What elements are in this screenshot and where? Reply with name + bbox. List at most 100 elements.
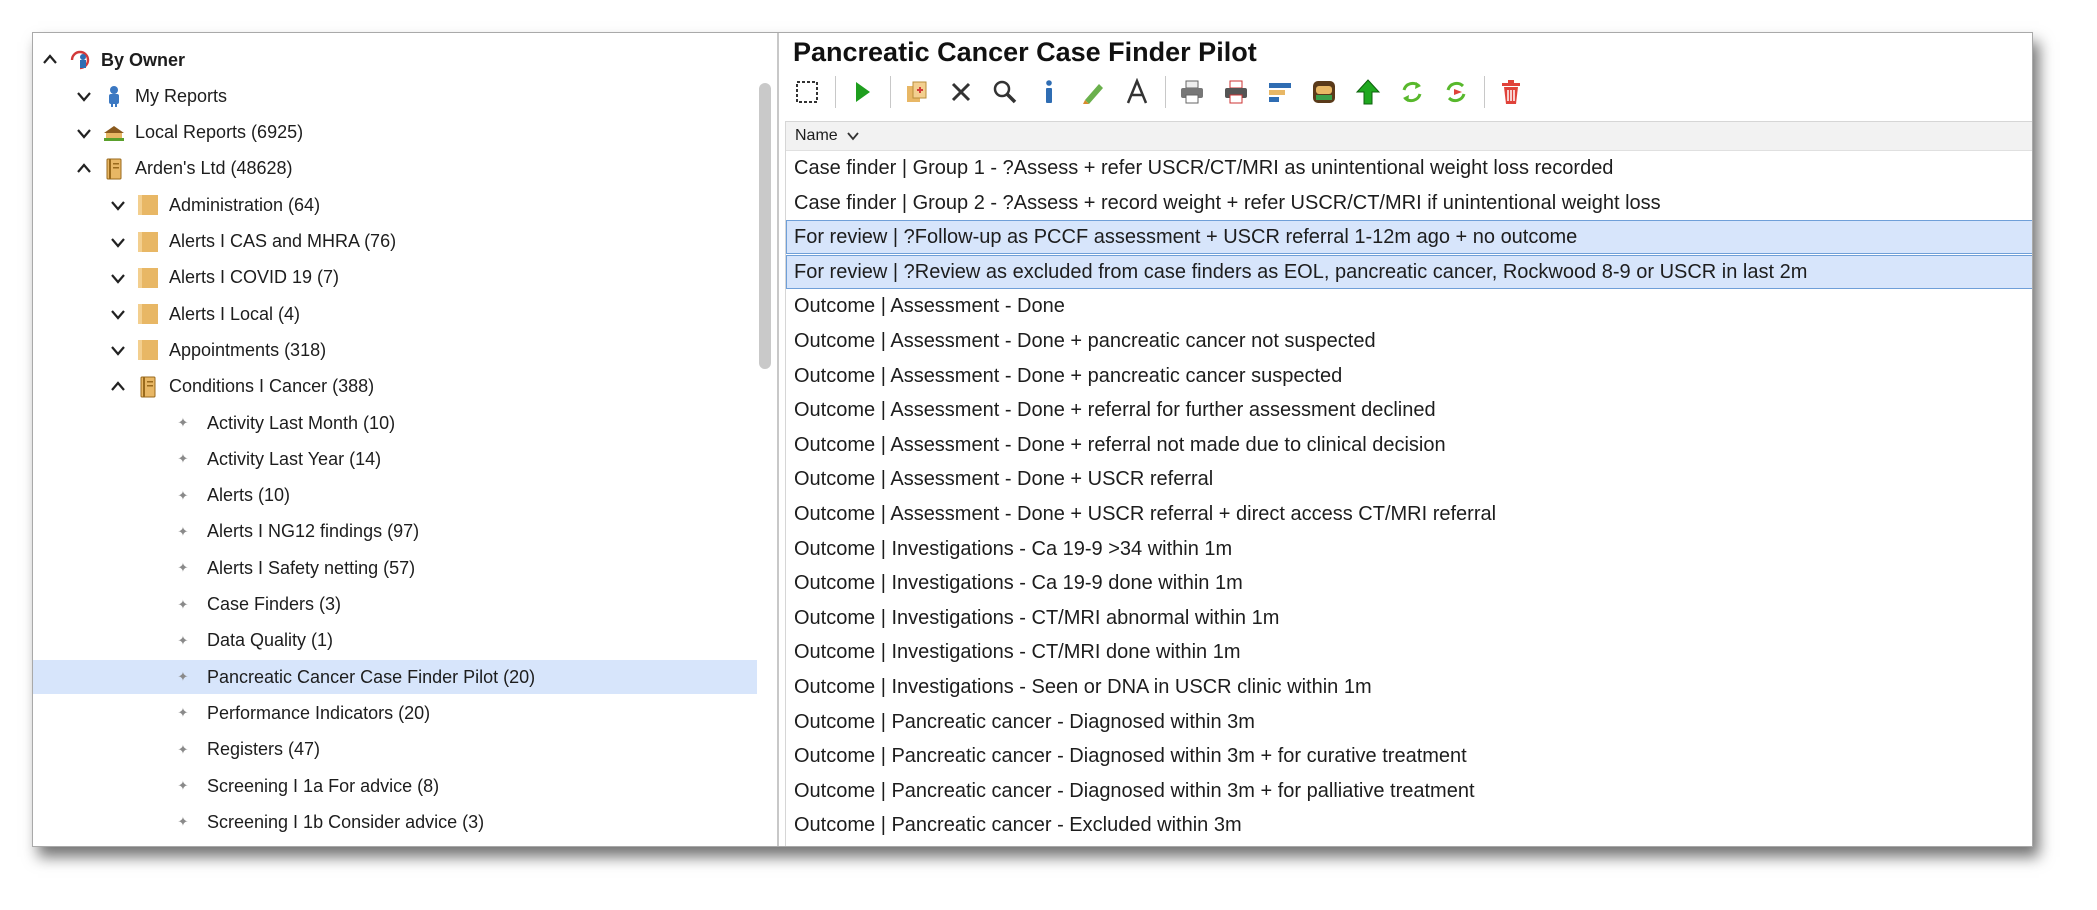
page-title: Pancreatic Cancer Case Finder Pilot <box>793 37 1257 67</box>
tree-item-alerts-i-cas-and-mhra-76[interactable]: Alerts I CAS and MHRA (76) <box>33 225 757 259</box>
chevron-down-icon[interactable] <box>109 269 127 287</box>
report-row[interactable]: Outcome | Assessment - Done <box>786 289 2032 323</box>
tree-item-label: Case Finders (3) <box>207 594 342 614</box>
report-row[interactable]: Outcome | Pancreatic cancer - Diagnosed … <box>786 774 2032 808</box>
report-row[interactable]: For review | ?Review as excluded from ca… <box>786 254 2032 289</box>
leaf-bullet-icon: ✦ <box>177 523 189 539</box>
tree-item-appointments-318[interactable]: Appointments (318) <box>33 333 757 367</box>
tree-item-activity-last-month-10[interactable]: ✦ Activity Last Month (10) <box>33 406 757 440</box>
chevron-up-icon[interactable] <box>41 51 59 69</box>
report-row[interactable]: Outcome | Pancreatic cancer - Diagnosed … <box>786 705 2032 739</box>
refresh-forward-button[interactable] <box>1438 75 1474 109</box>
app-window: By Owner My Reports Local Reports (6925) Ar… <box>32 32 2033 847</box>
report-row[interactable]: Outcome | Assessment - Done + pancreatic… <box>786 324 2032 358</box>
report-row[interactable]: Outcome | Investigations - Seen or DNA i… <box>786 670 2032 704</box>
report-row[interactable]: Outcome | Pancreatic cancer - Diagnosed … <box>786 739 2032 773</box>
font-button[interactable] <box>1119 75 1155 109</box>
tree-item-pancreatic-cancer-case-finder-pilot-20[interactable]: ✦ Pancreatic Cancer Case Finder Pilot (20… <box>33 660 757 695</box>
chevron-down-icon[interactable] <box>75 124 93 142</box>
tree-item-label: Appointments (318) <box>169 339 327 360</box>
tree-item-label: Alerts I Local (4) <box>169 303 301 324</box>
tree-item-local-reports-6925[interactable]: Local Reports (6925) <box>33 116 757 150</box>
report-row[interactable]: Outcome | Assessment - Done + referral n… <box>786 428 2032 462</box>
leaf-bullet-icon: ✦ <box>177 741 189 757</box>
column-header-name[interactable]: Name <box>786 122 2032 151</box>
tree-item-label: Administration (64) <box>169 194 321 215</box>
tree-item-screening-i-1b-consider-advice-3[interactable]: ✦ Screening I 1b Consider advice (3) <box>33 805 757 839</box>
tree-item-alerts-i-covid-19-7[interactable]: Alerts I COVID 19 (7) <box>33 261 757 295</box>
run-button[interactable] <box>844 75 880 109</box>
tree-item-alerts-i-safety-netting-57[interactable]: ✦ Alerts I Safety netting (57) <box>33 551 757 585</box>
toolbar-separator <box>1165 76 1166 108</box>
tree-item-label: Alerts I Safety netting (57) <box>207 557 416 578</box>
upload-button[interactable] <box>1350 75 1386 109</box>
tree-scrollbar-thumb[interactable] <box>759 83 771 369</box>
report-list: Name Case finder | Group 1 - ?Assess + r… <box>785 121 2032 846</box>
tree-item-performance-indicators-20[interactable]: ✦ Performance Indicators (20) <box>33 696 757 730</box>
refresh-button[interactable] <box>1394 75 1430 109</box>
search-button[interactable] <box>987 75 1023 109</box>
tree-item-my-reports[interactable]: My Reports <box>33 79 757 113</box>
chevron-down-icon[interactable] <box>109 233 127 251</box>
toolbar <box>789 73 1537 111</box>
chevron-down-icon[interactable] <box>109 196 127 214</box>
report-row[interactable]: For review | ?Follow-up as PCCF assessme… <box>786 220 2032 255</box>
tree-item-alerts-i-local-4[interactable]: Alerts I Local (4) <box>33 297 757 331</box>
leaf-bullet-icon: ✦ <box>177 487 189 503</box>
export-button[interactable] <box>1306 75 1342 109</box>
search-icon <box>991 78 1019 106</box>
report-list-pane: Pancreatic Cancer Case Finder Pilot Name… <box>779 33 2032 846</box>
tree-item-label: Activity Last Year (14) <box>207 448 382 469</box>
toolbar-separator <box>890 76 891 108</box>
tree-item-label: Alerts I CAS and MHRA (76) <box>169 231 397 251</box>
report-row[interactable]: Outcome | Investigations - CT/MRI done w… <box>786 635 2032 669</box>
book-icon <box>101 156 127 182</box>
book-icon <box>135 374 161 400</box>
trash-icon <box>1497 78 1525 106</box>
tree-item-label: Screening I 1b Consider advice (3) <box>207 811 485 832</box>
tree-item-conditions-i-cancer-388[interactable]: Conditions I Cancer (388) <box>33 370 757 404</box>
edit-button[interactable] <box>1075 75 1111 109</box>
folder-icon <box>135 265 161 291</box>
print-preview-button[interactable] <box>1218 75 1254 109</box>
tree-item-case-finders-3[interactable]: ✦ Case Finders (3) <box>33 588 757 622</box>
report-row[interactable]: Outcome | Pancreatic cancer - Excluded w… <box>786 808 2032 842</box>
chevron-down-icon[interactable] <box>75 87 93 105</box>
report-row[interactable]: Outcome | Assessment - Done + pancreatic… <box>786 359 2032 393</box>
delete-icon <box>947 78 975 106</box>
leaf-bullet-icon: ✦ <box>177 560 189 576</box>
tree-item-administration-64[interactable]: Administration (64) <box>33 188 757 222</box>
report-row[interactable]: Outcome | Investigations - CT/MRI abnorm… <box>786 601 2032 635</box>
chevron-down-icon[interactable] <box>109 341 127 359</box>
tree-item-screening-i-1a-for-advice-8[interactable]: ✦ Screening I 1a For advice (8) <box>33 769 757 803</box>
trash-button[interactable] <box>1493 75 1529 109</box>
chevron-down-icon[interactable] <box>109 305 127 323</box>
report-row[interactable]: Outcome | Investigations - Ca 19-9 done … <box>786 566 2032 600</box>
tree-item-activity-last-year-14[interactable]: ✦ Activity Last Year (14) <box>33 442 757 476</box>
export-icon <box>1310 78 1338 106</box>
report-row[interactable]: Outcome | Assessment - Done + referral f… <box>786 393 2032 427</box>
report-row[interactable]: Case finder | Group 1 - ?Assess + refer … <box>786 151 2032 185</box>
tree-item-data-quality-1[interactable]: ✦ Data Quality (1) <box>33 624 757 658</box>
delete-button[interactable] <box>943 75 979 109</box>
report-row[interactable]: Outcome | Investigations - Ca 19-9 >34 w… <box>786 532 2032 566</box>
tree-item-label: By Owner <box>101 49 186 70</box>
chevron-up-icon[interactable] <box>109 378 127 396</box>
report-row[interactable]: Outcome | Assessment - Done + USCR refer… <box>786 462 2032 496</box>
tree-item-arden-s-ltd-48628[interactable]: Arden's Ltd (48628) <box>33 152 757 186</box>
report-row[interactable]: Case finder | Group 2 - ?Assess + record… <box>786 186 2032 220</box>
tree-item-alerts-10[interactable]: ✦ Alerts (10) <box>33 479 757 513</box>
print-preview-icon <box>1222 78 1250 106</box>
copy-button[interactable] <box>899 75 935 109</box>
info-button[interactable] <box>1031 75 1067 109</box>
select-button[interactable] <box>789 75 825 109</box>
print-button[interactable] <box>1174 75 1210 109</box>
leaf-bullet-icon: ✦ <box>177 451 189 467</box>
tree-item-by-owner[interactable]: By Owner <box>33 43 757 77</box>
chevron-up-icon[interactable] <box>75 160 93 178</box>
report-row[interactable]: Outcome | Assessment - Done + USCR refer… <box>786 497 2032 531</box>
tree-item-label: Arden's Ltd (48628) <box>135 158 293 179</box>
report-button[interactable] <box>1262 75 1298 109</box>
tree-item-registers-47[interactable]: ✦ Registers (47) <box>33 733 757 767</box>
tree-item-alerts-i-ng12-findings-97[interactable]: ✦ Alerts I NG12 findings (97) <box>33 515 757 549</box>
